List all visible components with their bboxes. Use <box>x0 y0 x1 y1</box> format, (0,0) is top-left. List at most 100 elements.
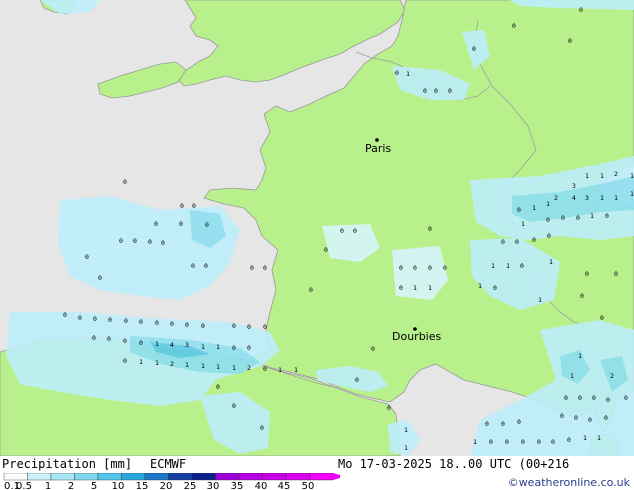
point-value: 0 <box>205 221 209 229</box>
point-value: 0 <box>561 214 565 222</box>
point-value: 0 <box>493 284 497 292</box>
point-value: 2 <box>170 360 174 368</box>
point-value: 0 <box>355 376 359 384</box>
point-value: 1 <box>216 363 220 371</box>
legend-tick: 20 <box>160 481 173 490</box>
legend-box <box>168 473 193 481</box>
point-value: 0 <box>119 237 123 245</box>
point-value: 0 <box>309 286 313 294</box>
point-value: 1 <box>570 372 574 380</box>
point-value: 0 <box>123 337 127 345</box>
point-value: 0 <box>520 262 524 270</box>
point-value: 1 <box>549 258 553 266</box>
legend-box <box>144 473 169 481</box>
point-value: 0 <box>107 335 111 343</box>
legend-overflow-arrow <box>333 473 340 480</box>
point-value: 0 <box>216 383 220 391</box>
point-value: 1 <box>406 70 410 78</box>
valid-datetime: Mo 17-03-2025 18..00 UTC (00+216 <box>338 457 570 471</box>
precip-legend: 0.10.5 1 2 5 10 15 20 25 30 35 40 45 50 <box>3 473 340 490</box>
legend-box <box>121 473 146 481</box>
point-value: 0 <box>399 264 403 272</box>
legend-tick: 1 <box>45 481 51 490</box>
legend-box <box>309 473 334 481</box>
point-value: 0 <box>428 264 432 272</box>
point-value: 0 <box>423 87 427 95</box>
point-value: 3 <box>572 182 576 190</box>
legend-box <box>262 473 287 481</box>
point-value: 0 <box>501 238 505 246</box>
point-value: 0 <box>428 225 432 233</box>
point-value: 0 <box>180 202 184 210</box>
point-value: 0 <box>579 6 583 14</box>
point-value: 0 <box>247 323 251 331</box>
legend-tick: 50 <box>302 481 315 490</box>
point-value: 0 <box>154 220 158 228</box>
point-value: 0 <box>263 323 267 331</box>
legend-tick: 25 <box>184 481 197 490</box>
point-value: 0 <box>260 424 264 432</box>
point-value: 0 <box>250 264 254 272</box>
point-value: 0 <box>532 236 536 244</box>
point-value: 0 <box>139 318 143 326</box>
point-value: 0 <box>247 344 251 352</box>
point-value: 1 <box>630 190 634 198</box>
point-value: 0 <box>124 317 128 325</box>
point-value: 0 <box>560 412 564 420</box>
point-value: 1 <box>294 366 298 374</box>
point-value: 0 <box>324 246 328 254</box>
point-value: 0 <box>232 344 236 352</box>
point-value: 1 <box>155 340 159 348</box>
point-value: 0 <box>185 321 189 329</box>
point-value: 0 <box>568 37 572 45</box>
legend-box <box>97 473 122 481</box>
legend-tick: 45 <box>278 481 291 490</box>
point-value: 0 <box>232 322 236 330</box>
point-value: 0 <box>604 414 608 422</box>
point-value: 1 <box>521 220 525 228</box>
point-value: 4 <box>170 341 174 349</box>
point-value: 1 <box>139 358 143 366</box>
point-value: 0 <box>123 178 127 186</box>
legend-tick: 40 <box>255 481 268 490</box>
point-value: 2 <box>247 364 251 372</box>
point-value: 1 <box>538 296 542 304</box>
point-value: 0 <box>179 220 183 228</box>
point-value: 0 <box>191 262 195 270</box>
point-value: 0 <box>547 232 551 240</box>
point-value: 1 <box>532 204 536 212</box>
point-value: 0 <box>574 414 578 422</box>
legend-tick: 30 <box>207 481 220 490</box>
point-value: 0 <box>434 87 438 95</box>
point-value: 0 <box>521 438 525 446</box>
legend-tick: 35 <box>231 481 244 490</box>
point-value: 0 <box>448 87 452 95</box>
point-value: 0 <box>501 420 505 428</box>
point-value: 3 <box>585 194 589 202</box>
point-value: 0 <box>85 253 89 261</box>
legend-box <box>285 473 310 481</box>
point-value: 0 <box>605 212 609 220</box>
legend-tick: 10 <box>112 481 125 490</box>
point-value: 0 <box>371 345 375 353</box>
point-value: 1 <box>578 352 582 360</box>
point-value: 0 <box>537 438 541 446</box>
point-value: 0 <box>148 238 152 246</box>
point-value: 0 <box>515 238 519 246</box>
point-value: 1 <box>473 438 477 446</box>
point-value: 0 <box>63 311 67 319</box>
point-value: 0 <box>580 292 584 300</box>
point-value: 1 <box>413 284 417 292</box>
point-value: 0 <box>624 394 628 402</box>
point-value: 0 <box>92 334 96 342</box>
point-value: 0 <box>387 404 391 412</box>
point-value: 2 <box>614 170 618 178</box>
point-value: 0 <box>443 264 447 272</box>
point-value: 1 <box>585 172 589 180</box>
point-value: 0 <box>517 418 521 426</box>
point-value: 0 <box>395 69 399 77</box>
point-value: 0 <box>133 237 137 245</box>
point-value: 0 <box>192 202 196 210</box>
point-value: 0 <box>489 438 493 446</box>
credit-text: ©weatheronline.co.uk <box>507 476 630 489</box>
